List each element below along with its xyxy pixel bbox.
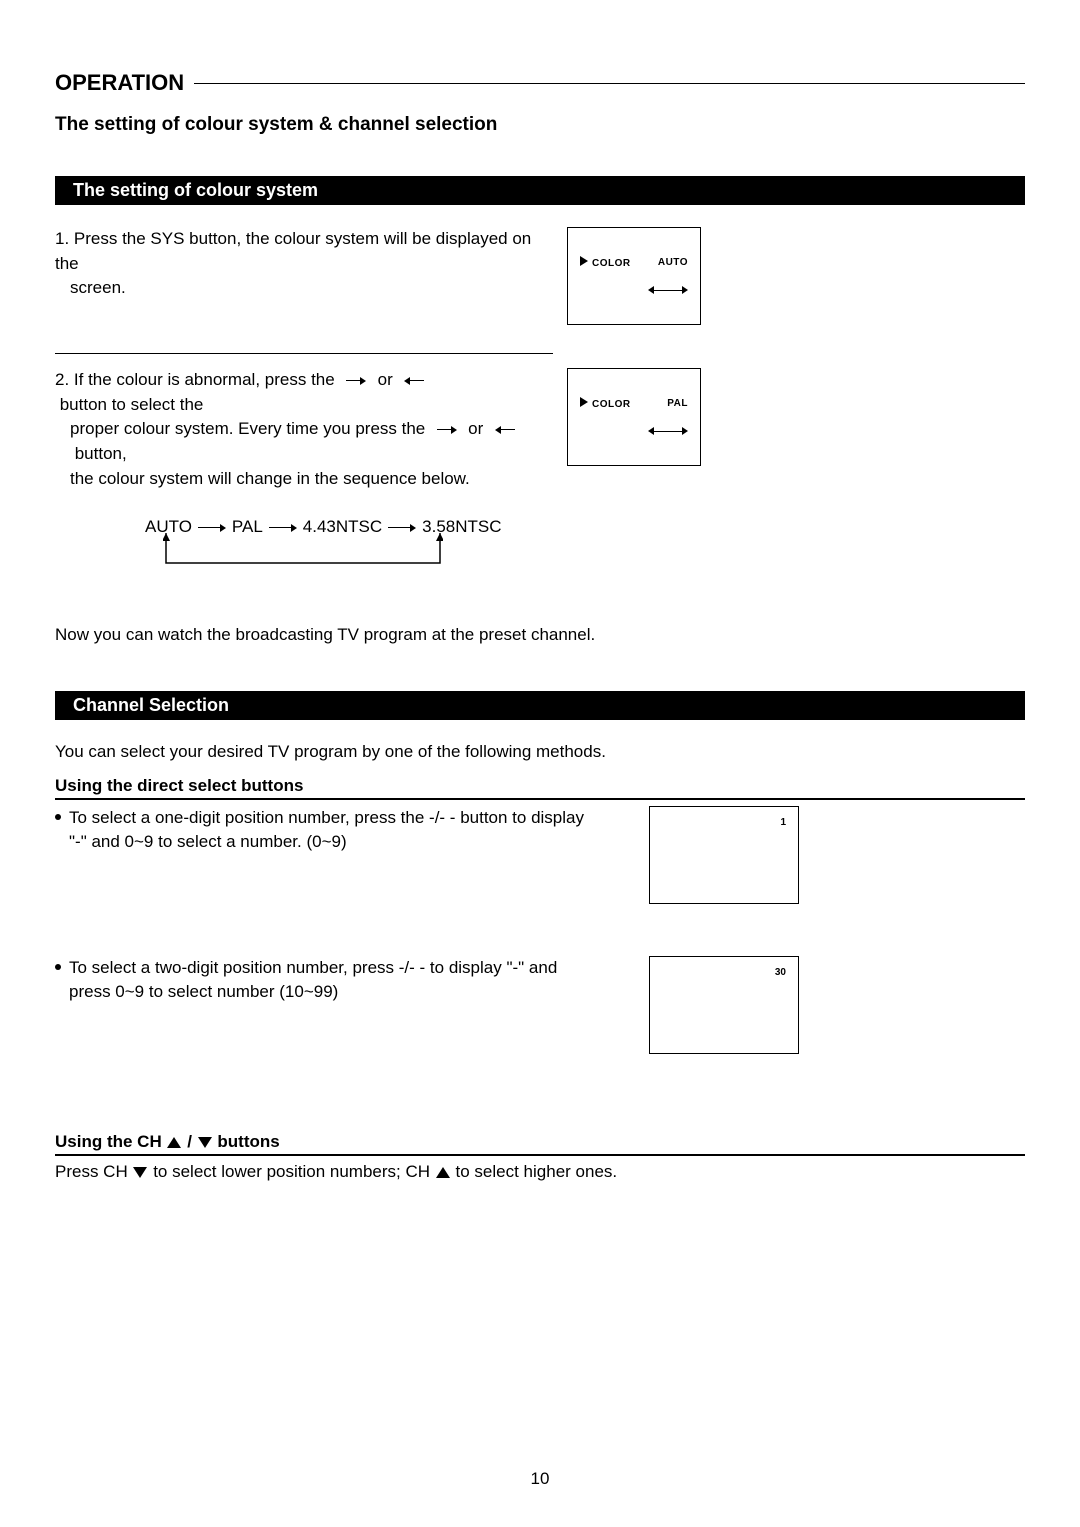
manual-page: OPERATION The setting of colour system &… [0, 0, 1080, 1527]
osd-panel-num-1: 1 [649, 806, 799, 904]
osd-num-value: 1 [780, 817, 786, 828]
arrow-right-icon [198, 524, 226, 532]
step2-c: button to select the [55, 395, 203, 414]
osd-arrow-row [648, 286, 688, 294]
play-icon [580, 256, 588, 266]
bullet2-b: press 0~9 to select number (10~99) [69, 982, 338, 1001]
step2-e: or [463, 419, 488, 438]
step2-d: proper colour system. Every time you pre… [70, 419, 430, 438]
bullet1-a: To select a one-digit position number, p… [69, 808, 584, 827]
triangle-up-icon [436, 1167, 450, 1178]
osd-color-value: PAL [667, 398, 688, 409]
step2-a: 2. If the colour is abnormal, press the [55, 370, 339, 389]
spacer [55, 904, 1025, 956]
step-2-row: 2. If the colour is abnormal, press the … [55, 368, 1025, 575]
triangle-up-icon [167, 1137, 181, 1148]
page-number: 10 [0, 1469, 1080, 1489]
ch-title-c: buttons [217, 1132, 279, 1151]
bullet2-a: To select a two-digit position number, p… [69, 958, 557, 977]
osd-num-value: 30 [775, 967, 786, 978]
osd-color-text: COLOR [592, 399, 631, 410]
osd-color-label: COLOR [580, 397, 631, 410]
separator-line [55, 353, 553, 354]
ch-desc-a: Press CH [55, 1162, 128, 1181]
section-heading-channel: Channel Selection [55, 691, 1025, 720]
section-title-text: OPERATION [55, 70, 184, 96]
osd-panel-color-auto: COLOR AUTO [567, 227, 701, 325]
osd-color-value: AUTO [658, 257, 688, 268]
section-title-operation: OPERATION [55, 70, 1025, 96]
step-1-row: 1. Press the SYS button, the colour syst… [55, 227, 1025, 325]
arrow-right-icon [346, 377, 366, 385]
osd-arrow-row [648, 427, 688, 435]
bullet-icon [55, 964, 61, 970]
ch-desc-b: to select lower position numbers; CH [153, 1162, 430, 1181]
osd-panel-num-30: 30 [649, 956, 799, 1054]
arrow-right-icon [437, 426, 457, 434]
osd-color-label: COLOR [580, 256, 631, 269]
bullet-2-text: To select a two-digit position number, p… [55, 956, 635, 1004]
play-icon [580, 397, 588, 407]
subtitle: The setting of colour system & channel s… [55, 114, 1025, 136]
ch-title-a: Using the CH [55, 1132, 162, 1151]
osd-color-text: COLOR [592, 258, 631, 269]
osd-panel-color-pal: COLOR PAL [567, 368, 701, 466]
bullet-1-text: To select a one-digit position number, p… [55, 806, 635, 854]
thick-rule [55, 798, 1025, 800]
arrow-left-icon [648, 286, 668, 294]
ch-buttons-title: Using the CH / buttons [55, 1132, 1025, 1152]
title-rule [194, 83, 1025, 84]
loop-arrow-icon [163, 533, 443, 567]
section-heading-colour: The setting of colour system [55, 176, 1025, 205]
step-1-text: 1. Press the SYS button, the colour syst… [55, 227, 553, 301]
direct-select-title: Using the direct select buttons [55, 776, 1025, 796]
colour-sequence-diagram: AUTO PAL 4.43NTSC 3.58NTSC [145, 515, 495, 575]
bullet-2-row: To select a two-digit position number, p… [55, 956, 1025, 1054]
step2-b: or [373, 370, 398, 389]
step2-f: button, [70, 444, 127, 463]
arrow-left-icon [648, 427, 668, 435]
triangle-down-icon [198, 1137, 212, 1148]
arrow-right-icon [668, 427, 688, 435]
spacer [55, 1054, 1025, 1132]
arrow-right-icon [388, 524, 416, 532]
ch-desc-c: to select higher ones. [456, 1162, 618, 1181]
bullet1-b: "-" and 0~9 to select a number. (0~9) [69, 832, 347, 851]
bullet-icon [55, 814, 61, 820]
channel-intro: You can select your desired TV program b… [55, 742, 1025, 762]
arrow-left-icon [404, 377, 424, 385]
thick-rule [55, 1154, 1025, 1156]
triangle-down-icon [133, 1167, 147, 1178]
step1-line2: screen. [70, 278, 126, 297]
arrow-right-icon [269, 524, 297, 532]
colour-after-paragraph: Now you can watch the broadcasting TV pr… [55, 625, 1025, 645]
bullet-1-row: To select a one-digit position number, p… [55, 806, 1025, 904]
arrow-left-icon [495, 426, 515, 434]
arrow-right-icon [668, 286, 688, 294]
step-2-text: 2. If the colour is abnormal, press the … [55, 368, 553, 575]
step1-line1: 1. Press the SYS button, the colour syst… [55, 229, 531, 273]
ch-buttons-desc: Press CH to select lower position number… [55, 1162, 1025, 1182]
step2-g: the colour system will change in the seq… [70, 469, 470, 488]
ch-title-b: / [187, 1132, 192, 1151]
